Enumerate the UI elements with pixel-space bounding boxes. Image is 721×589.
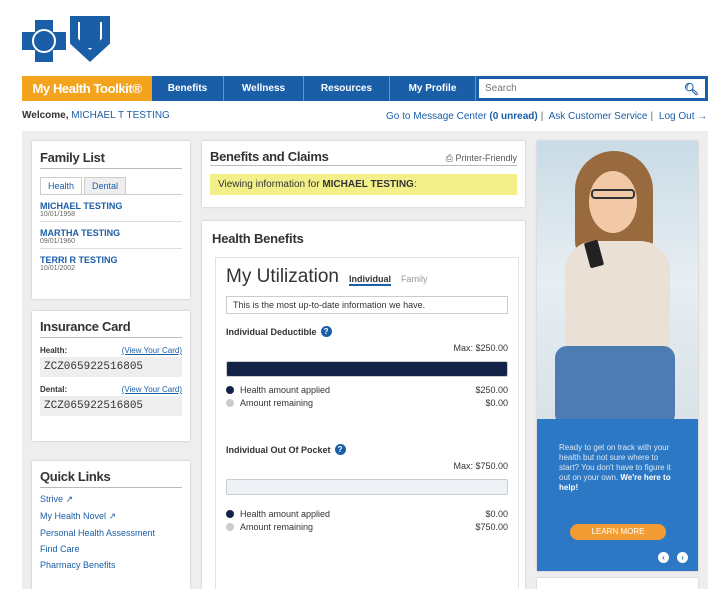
applied-label: Health amount applied [240, 385, 331, 395]
viewing-name: MICHAEL TESTING [322, 179, 414, 190]
member-dob: 10/01/1958 [40, 211, 76, 218]
quick-link-find-care[interactable]: Find Care [40, 544, 182, 554]
printer-friendly-link[interactable]: ⎙ Printer-Friendly [446, 153, 517, 164]
message-center-link[interactable]: Go to Message Center [386, 111, 487, 122]
next-card-edge [537, 578, 698, 589]
tab-dental[interactable]: Dental [84, 177, 127, 194]
welcome-name: MICHAEL T TESTING [71, 110, 170, 121]
uptodate-notice: This is the most up-to-date information … [226, 296, 508, 314]
ask-customer-service-link[interactable]: Ask Customer Service [549, 111, 648, 122]
promo-photo [537, 141, 698, 419]
blue-cross-icon [22, 20, 66, 62]
nav-item-resources[interactable]: Resources [304, 76, 390, 101]
external-link-icon: ↗ [108, 511, 117, 521]
quick-link-health-assessment[interactable]: Personal Health Assessment [40, 528, 182, 538]
member-name[interactable]: MARTHA TESTING [40, 228, 182, 238]
top-links: Go to Message Center (0 unread) | Ask Cus… [386, 111, 708, 122]
search-area: 🔍︎ [476, 76, 708, 101]
logout-link[interactable]: Log Out [659, 111, 695, 122]
oop-title: Individual Out Of Pocket ? [226, 444, 508, 455]
remaining-label: Amount remaining [240, 398, 314, 408]
nav-brand-toolkit[interactable]: My Health Toolkit® [22, 76, 152, 101]
family-list-title: Family List [40, 150, 182, 169]
quick-link-pharmacy[interactable]: Pharmacy Benefits [40, 560, 182, 570]
utilization-title: My Utilization [226, 266, 339, 287]
quick-link-health-novel[interactable]: My Health Novel ↗ [40, 511, 182, 522]
viewing-banner: Viewing information for MICHAEL TESTING: [210, 174, 517, 195]
dental-label: Dental: [40, 385, 68, 394]
learn-more-button[interactable]: LEARN MORE [570, 524, 666, 540]
deductible-progress-bar [226, 361, 508, 377]
benefits-claims-card: Benefits and Claims ⎙ Printer-Friendly V… [202, 141, 525, 207]
welcome-text: Welcome, MICHAEL T TESTING [22, 110, 170, 121]
external-link-icon: ↗ [65, 494, 74, 504]
list-item[interactable]: MARTHA TESTING 09/01/1960 [40, 228, 182, 249]
logo[interactable] [22, 14, 112, 64]
member-dob: 10/01/2002 [40, 265, 76, 272]
health-label: Health: [40, 346, 68, 355]
deductible-max: Max: $250.00 [453, 343, 508, 353]
insurance-card: Insurance Card Health: (View Your Card) … [32, 311, 190, 441]
deductible-title: Individual Deductible ? [226, 326, 508, 337]
member-name[interactable]: MICHAEL TESTING [40, 201, 182, 211]
nav-item-my-profile[interactable]: My Profile [390, 76, 476, 101]
search-icon[interactable]: 🔍︎ [684, 82, 699, 96]
welcome-prefix: Welcome, [22, 110, 69, 121]
quick-link-strive[interactable]: Strive ↗ [40, 494, 182, 505]
quick-links-title: Quick Links [40, 469, 182, 488]
blue-shield-icon [70, 16, 110, 62]
member-name[interactable]: TERRI R TESTING [40, 255, 182, 265]
list-item[interactable]: MICHAEL TESTING 10/01/1958 [40, 201, 182, 222]
applied-dot-icon [226, 386, 234, 394]
insurance-card-title: Insurance Card [40, 319, 182, 338]
remaining-dot-icon [226, 523, 234, 531]
applied-dot-icon [226, 510, 234, 518]
tab-health[interactable]: Health [40, 177, 83, 194]
applied-label: Health amount applied [240, 509, 331, 519]
nav-item-benefits[interactable]: Benefits [152, 76, 224, 101]
oop-progress-bar [226, 479, 508, 495]
list-item[interactable]: TERRI R TESTING 10/01/2002 [40, 255, 182, 275]
help-icon[interactable]: ? [334, 444, 346, 455]
remaining-label: Amount remaining [240, 522, 314, 532]
printer-icon: ⎙ [445, 153, 453, 163]
nav-item-wellness[interactable]: Wellness [224, 76, 304, 101]
health-member-number: ZCZ065922516805 [40, 357, 182, 377]
unread-count[interactable]: (0 unread) [489, 111, 537, 122]
view-health-card-link[interactable]: (View Your Card) [122, 346, 182, 355]
health-benefits-card: Health Benefits My Utilization Individua… [202, 221, 525, 589]
search-input[interactable] [485, 83, 665, 94]
oop-remaining-value: $750.00 [475, 522, 508, 532]
benefits-title: Benefits and Claims [210, 149, 329, 164]
previous-icon[interactable]: ‹ [658, 552, 669, 563]
oop-max: Max: $750.00 [453, 461, 508, 471]
tab-family[interactable]: Family [401, 274, 428, 284]
utilization-panel: My Utilization Individual Family This is… [215, 257, 519, 589]
family-tabs: Health Dental [40, 177, 182, 195]
deductible-applied-value: $250.00 [475, 385, 508, 395]
remaining-dot-icon [226, 399, 234, 407]
deductible-progress-fill [227, 362, 507, 376]
dental-member-number: ZCZ065922516805 [40, 396, 182, 416]
logout-icon[interactable]: → [697, 111, 707, 122]
oop-applied-value: $0.00 [485, 509, 508, 519]
health-benefits-title: Health Benefits [212, 231, 304, 246]
member-dob: 09/01/1960 [40, 238, 76, 245]
family-list-card: Family List Health Dental MICHAEL TESTIN… [32, 141, 190, 299]
view-dental-card-link[interactable]: (View Your Card) [122, 385, 182, 394]
deductible-remaining-value: $0.00 [485, 398, 508, 408]
next-icon[interactable]: › [677, 552, 688, 563]
tab-individual[interactable]: Individual [348, 274, 391, 286]
quick-links-card: Quick Links Strive ↗ My Health Novel ↗ P… [32, 461, 190, 589]
promo-banner: Ready to get on track with your health b… [537, 141, 698, 571]
main-nav: My Health Toolkit® Benefits Wellness Res… [22, 76, 708, 101]
help-icon[interactable]: ? [320, 326, 332, 337]
promo-text-panel: Ready to get on track with your health b… [537, 419, 698, 571]
